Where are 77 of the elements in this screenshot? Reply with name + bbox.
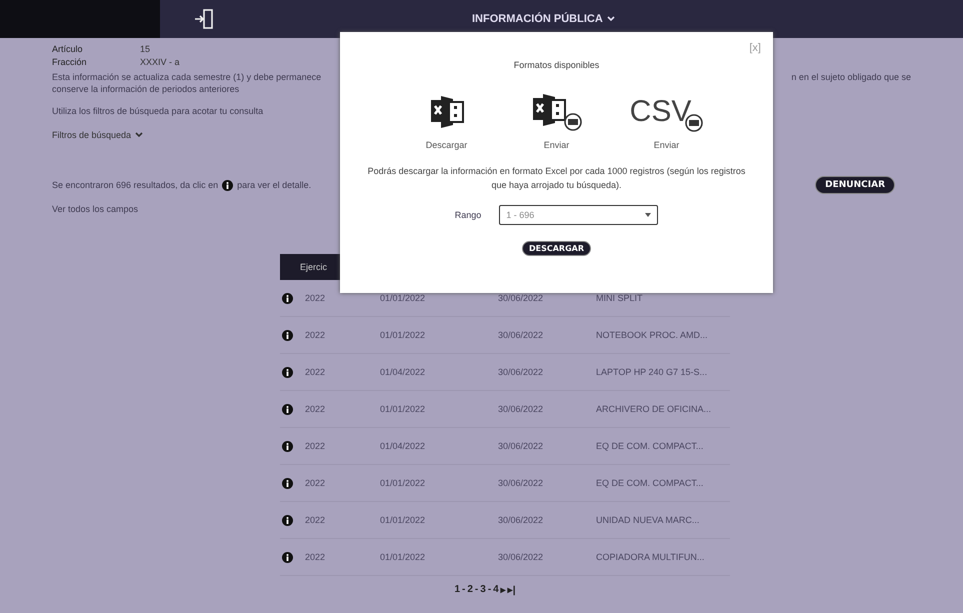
table-cell-text: 01/01/2022 [380, 515, 426, 525]
table-cell-text: 01/01/2022 [380, 330, 426, 340]
page-link[interactable]: 3 [480, 584, 486, 596]
table-cell: UNIDAD NUEVA MARC... [596, 515, 700, 525]
info-icon[interactable] [282, 478, 293, 488]
results-text: para ver el detalle. [237, 180, 312, 190]
table-cell-text: 30/06/2022 [498, 478, 544, 488]
table-cell-text: 01/04/2022 [380, 441, 426, 451]
field-value: 15 [140, 44, 150, 56]
table-cell-text: 2022 [304, 330, 326, 340]
table-cell-text: 2022 [304, 478, 326, 488]
table-cell-text: 30/06/2022 [498, 293, 544, 303]
table-cell-text: 30/06/2022 [498, 441, 544, 451]
info-icon[interactable] [282, 404, 293, 414]
field-value: XXXIV - a [140, 57, 180, 69]
page-link[interactable]: 4 [493, 584, 499, 596]
results-text: Se encontraron 696 resultados, da clic en [52, 180, 218, 190]
table-cell-text: 01/04/2022 [380, 367, 426, 377]
table-cell-text: 30/06/2022 [498, 404, 544, 414]
table-cell-text: 30/06/2022 [498, 515, 544, 525]
table-cell-text: 30/06/2022 [498, 367, 544, 377]
table-cell: NOTEBOOK PROC. AMD... [596, 330, 708, 340]
chevron-down-icon [135, 132, 144, 138]
info-icon[interactable] [282, 366, 293, 378]
table-cell: EQ DE COM. COMPACT... [596, 478, 704, 488]
info-icon[interactable] [282, 330, 293, 340]
last-page-link[interactable]: ▸| [508, 584, 516, 596]
page-separator: - [462, 584, 466, 596]
chevron-down-icon [606, 16, 615, 22]
modal-note: Podrás descargar la información en formato Excel por cada 1000 registros (según los registros que haya arrojado tu búsqueda). [366, 165, 746, 192]
table-cell-text: 01/01/2022 [380, 552, 426, 562]
table-cell: MINI SPLIT [596, 293, 643, 303]
table-cell-text: 2022 [304, 515, 326, 525]
range-select[interactable]: 1 - 696 [499, 204, 658, 225]
table-cell-text: 2022 [304, 293, 326, 303]
column-header: Ejercic [300, 262, 328, 272]
info-icon[interactable] [282, 440, 293, 452]
notice-text: conserve la información de periodos anteriores [52, 84, 240, 94]
report-button[interactable]: DENUNCIAR [815, 176, 895, 194]
menu-title[interactable]: INFORMACIÓN PÚBLICA [472, 13, 603, 25]
range-label: Rango [454, 210, 482, 220]
table-cell-text: 30/06/2022 [498, 552, 544, 562]
info-icon[interactable] [282, 514, 293, 526]
info-icon [222, 180, 234, 190]
table-cell: EQ DE COM. COMPACT... [596, 441, 704, 451]
field-label: Fracción [52, 57, 88, 69]
table-cell: COPIADORA MULTIFUN... [596, 552, 704, 562]
table-cell-text: 30/06/2022 [498, 330, 544, 340]
table-cell-text: 2022 [304, 367, 326, 377]
table-cell-text: 01/01/2022 [380, 293, 426, 303]
format-label: Descargar [426, 140, 468, 150]
table-cell-text: 2022 [304, 552, 326, 562]
info-icon[interactable] [282, 552, 293, 562]
table-cell: LAPTOP HP 240 G7 15-S... [596, 367, 708, 377]
format-label: Enviar [654, 140, 680, 150]
login-icon[interactable] [194, 8, 214, 30]
field-label: Artículo [52, 44, 84, 56]
next-page-link[interactable]: ▸ [500, 584, 506, 596]
page-separator: - [488, 584, 492, 596]
page-link[interactable]: 2 [467, 584, 473, 596]
modal-title: Formatos disponibles [512, 60, 600, 70]
info-icon[interactable] [282, 292, 293, 304]
caret-icon [645, 212, 652, 217]
spreadsheet-mail-icon[interactable] [530, 92, 582, 132]
notice-text: Esta información se actualiza cada semestre (1) y debe permanece [52, 72, 322, 82]
table-cell-text: 01/01/2022 [380, 478, 426, 488]
table-cell-text: 2022 [304, 441, 326, 451]
format-label: Enviar [544, 140, 570, 150]
table-cell-text: 2022 [304, 404, 326, 414]
table-cell-text: 01/01/2022 [380, 404, 426, 414]
table-cell: ARCHIVERO DE OFICINA... [596, 404, 712, 414]
filters-toggle[interactable]: Filtros de búsqueda [52, 130, 132, 140]
page-link[interactable]: 1 [454, 584, 460, 596]
notice-text: n en el sujeto obligado que se [791, 72, 911, 84]
page-separator: - [474, 584, 478, 596]
hint-text: Utiliza los filtros de búsqueda para acotar tu consulta [52, 106, 264, 116]
download-button[interactable]: DESCARGAR [522, 240, 591, 256]
